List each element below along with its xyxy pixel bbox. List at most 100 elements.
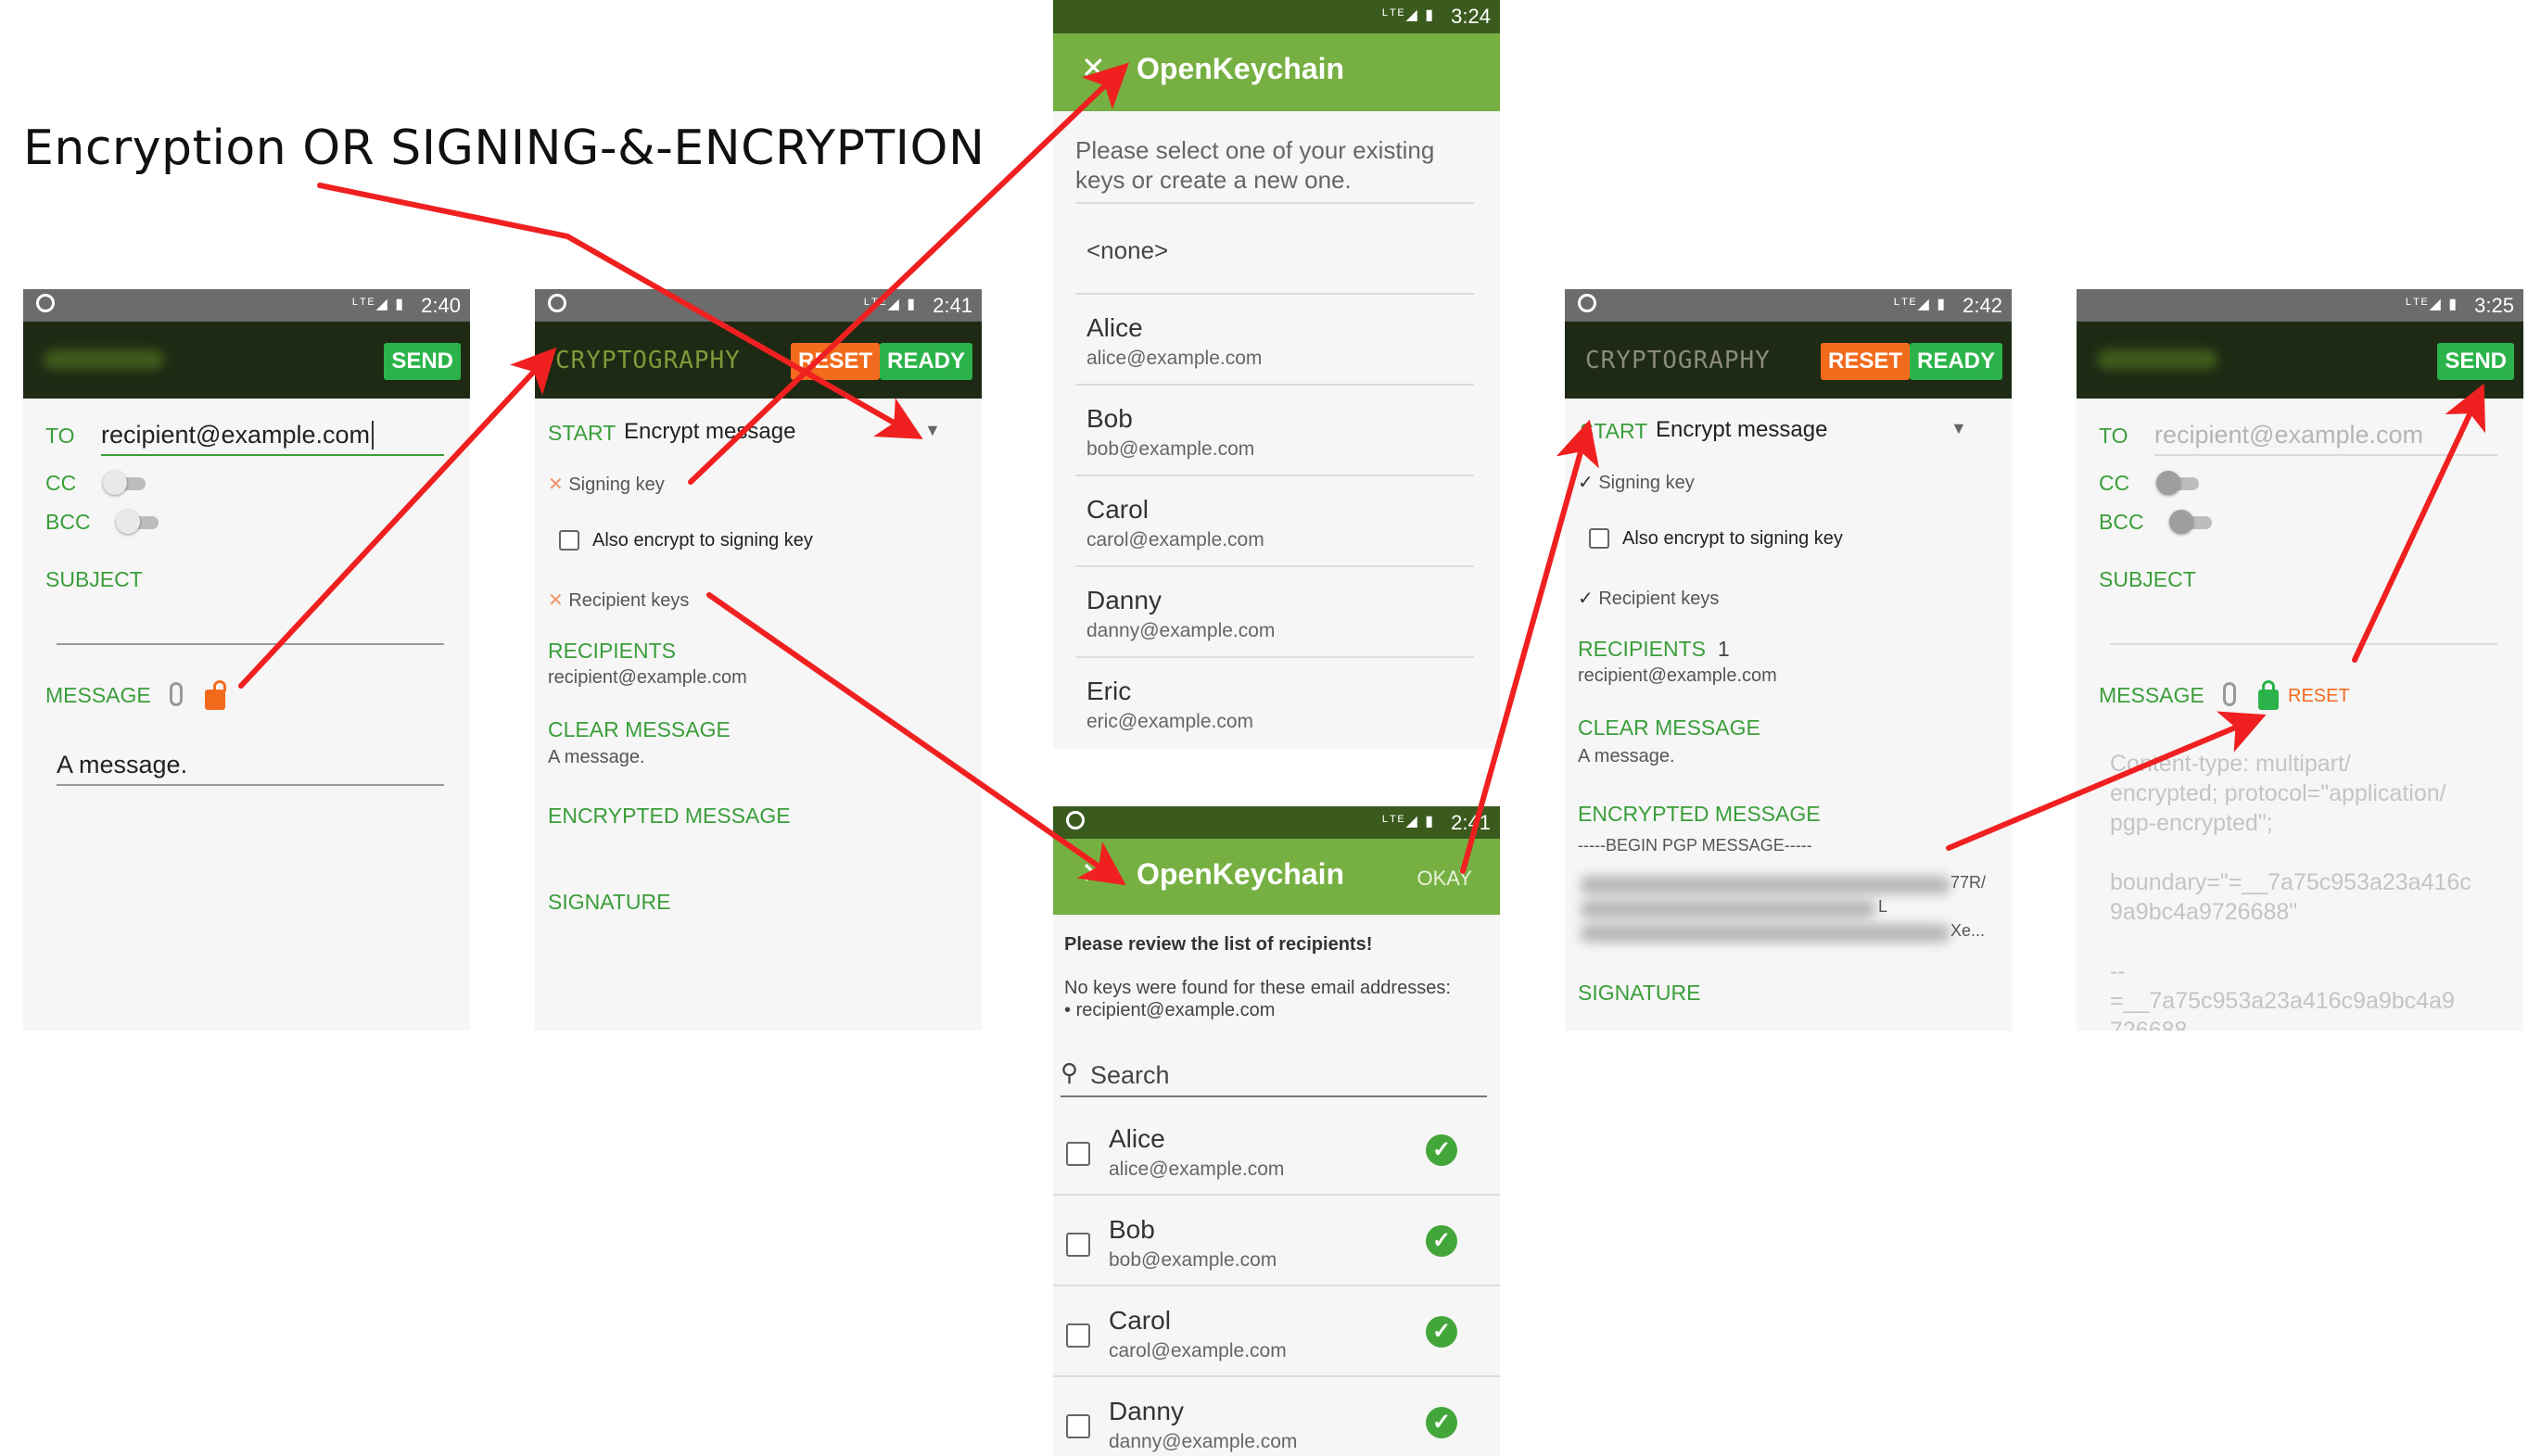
status-time: 3:24	[1451, 5, 1491, 28]
also-encrypt-label: Also encrypt to signing key	[1622, 528, 1843, 549]
unlocked-padlock-icon[interactable]	[205, 680, 226, 710]
status-bar: ᴸᵀᴱ◢ ▮ 2:41	[535, 289, 982, 322]
status-time: 2:40	[421, 294, 461, 317]
paperclip-icon[interactable]	[170, 682, 183, 706]
body-line: 9a9bc4a9726688"	[2110, 899, 2298, 925]
recipient-checkbox[interactable]	[1066, 1233, 1090, 1257]
message-underline	[57, 784, 444, 786]
key-name: Carol	[1109, 1306, 1171, 1335]
key-email: alice@example.com	[1109, 1158, 1285, 1180]
also-encrypt-checkbox[interactable]	[1589, 528, 1609, 549]
signal-battery-icon: ᴸᵀᴱ◢ ▮	[864, 297, 917, 312]
no-keys-text: No keys were found for these email addre…	[1064, 978, 1451, 998]
subject-field[interactable]	[57, 643, 444, 645]
key-email: carol@example.com	[1109, 1340, 1287, 1361]
missing-address: • recipient@example.com	[1064, 1000, 1276, 1020]
key-option-none[interactable]: <none>	[1086, 236, 1168, 265]
chevron-down-icon[interactable]: ▼	[1950, 419, 1967, 438]
app-bar: SEND	[23, 322, 470, 399]
recipient-checkbox[interactable]	[1066, 1323, 1090, 1348]
check-circle-icon: ✓	[1426, 1407, 1457, 1438]
to-field[interactable]: recipient@example.com	[2154, 421, 2423, 449]
bcc-toggle[interactable]	[2169, 510, 2216, 534]
key-email: danny@example.com	[1109, 1431, 1298, 1452]
screen-compose: ᴸᵀᴱ◢ ▮ 2:40 SEND TO recipient@example.co…	[23, 289, 470, 1031]
screen-cryptography-ready: ᴸᵀᴱ◢ ▮ 2:42 CRYPTOGRAPHY RESET READY STA…	[1565, 289, 2012, 1031]
body-line: --	[2110, 958, 2126, 984]
body-line: encrypted; protocol="application/	[2110, 780, 2446, 806]
recipients-label: RECIPIENTS 1	[1578, 637, 1730, 662]
recipient-keys-status[interactable]: ✓ Recipient keys	[1578, 587, 1719, 610]
x-mark-icon: ✕	[548, 590, 569, 611]
pgp-begin-line: -----BEGIN PGP MESSAGE-----	[1578, 836, 1812, 855]
body-line: boundary="=__7a75c953a23a416c	[2110, 869, 2471, 895]
encrypted-message-label: ENCRYPTED MESSAGE	[1578, 802, 1821, 826]
key-name: Alice	[1109, 1124, 1165, 1153]
chevron-down-icon[interactable]: ▼	[924, 421, 941, 440]
redacted-ciphertext	[1580, 924, 1950, 943]
paperclip-icon[interactable]	[2223, 682, 2236, 706]
ready-button[interactable]: READY	[1909, 343, 2002, 380]
clear-message-value: A message.	[1578, 746, 1675, 766]
close-icon[interactable]: ✕	[1081, 855, 1106, 891]
search-status-icon	[1066, 811, 1085, 829]
to-underline	[101, 454, 444, 456]
recipient-keys-status[interactable]: ✕ Recipient keys	[548, 589, 689, 612]
cc-toggle[interactable]	[2156, 471, 2203, 495]
also-encrypt-label: Also encrypt to signing key	[592, 530, 813, 551]
reset-button[interactable]: RESET	[1820, 343, 1910, 380]
recipient-checkbox[interactable]	[1066, 1414, 1090, 1438]
reset-button[interactable]: RESET	[790, 343, 880, 380]
key-name: Alice	[1086, 313, 1143, 342]
to-field[interactable]: recipient@example.com	[101, 421, 375, 449]
missing-address-text: recipient@example.com	[1075, 1000, 1276, 1020]
select-key-prompt: Please select one of your existing keys …	[1075, 136, 1435, 194]
encrypted-body: Content-type: multipart/ encrypted; prot…	[2110, 749, 2518, 1031]
start-dropdown[interactable]: Encrypt message	[1656, 417, 1827, 443]
recipient-checkbox[interactable]	[1066, 1142, 1090, 1166]
dialog-header: ✕ OpenKeychain OKAY	[1053, 839, 1500, 915]
key-email: bob@example.com	[1109, 1249, 1277, 1271]
subject-field[interactable]	[2110, 643, 2497, 645]
send-button[interactable]: SEND	[2437, 343, 2514, 380]
search-input[interactable]: Search	[1090, 1061, 1170, 1090]
signing-key-status[interactable]: ✓ Signing key	[1578, 471, 1695, 494]
divider	[1075, 384, 1474, 386]
search-icon: ⚲	[1061, 1058, 1079, 1086]
divider	[1053, 1285, 1500, 1286]
bcc-toggle[interactable]	[116, 510, 162, 534]
locked-padlock-icon[interactable]	[2258, 680, 2279, 710]
dialog-title: OpenKeychain	[1137, 52, 1345, 85]
status-time: 3:25	[2474, 294, 2514, 317]
recipients-value: recipient@example.com	[548, 667, 747, 688]
signal-battery-icon: ᴸᵀᴱ◢ ▮	[352, 297, 405, 312]
divider	[1075, 565, 1474, 567]
send-button[interactable]: SEND	[384, 343, 461, 380]
to-label: TO	[45, 424, 75, 448]
signing-key-status[interactable]: ✕ Signing key	[548, 473, 665, 496]
ready-button[interactable]: READY	[879, 343, 972, 380]
status-time: 2:42	[1963, 294, 2002, 317]
page-heading: Encryption OR SIGNING-&-ENCRYPTION	[23, 120, 985, 176]
divider	[1075, 202, 1474, 204]
screen-review-recipients: ᴸᵀᴱ◢ ▮ 2:41 ✕ OpenKeychain OKAY Please r…	[1053, 806, 1500, 1456]
message-field[interactable]: A message.	[57, 751, 187, 779]
key-name: Bob	[1109, 1215, 1155, 1244]
pgp-tail-3: Xe...	[1950, 921, 1986, 940]
close-icon[interactable]: ✕	[1081, 50, 1106, 85]
cc-toggle[interactable]	[103, 471, 149, 495]
start-dropdown[interactable]: Encrypt message	[624, 419, 795, 445]
divider	[1075, 656, 1474, 658]
body-line: pgp-encrypted";	[2110, 810, 2273, 836]
search-status-icon	[1578, 294, 1596, 312]
signal-battery-icon: ᴸᵀᴱ◢ ▮	[1894, 297, 1947, 312]
okay-button[interactable]: OKAY	[1417, 867, 1472, 891]
cc-label: CC	[45, 471, 77, 495]
reset-link[interactable]: RESET	[2288, 686, 2350, 707]
divider	[1053, 1375, 1500, 1377]
recipients-count: 1	[1717, 637, 1730, 661]
app-title: CRYPTOGRAPHY	[555, 347, 741, 374]
bcc-label: BCC	[2099, 510, 2144, 534]
also-encrypt-checkbox[interactable]	[559, 530, 579, 551]
message-label: MESSAGE	[45, 683, 151, 707]
